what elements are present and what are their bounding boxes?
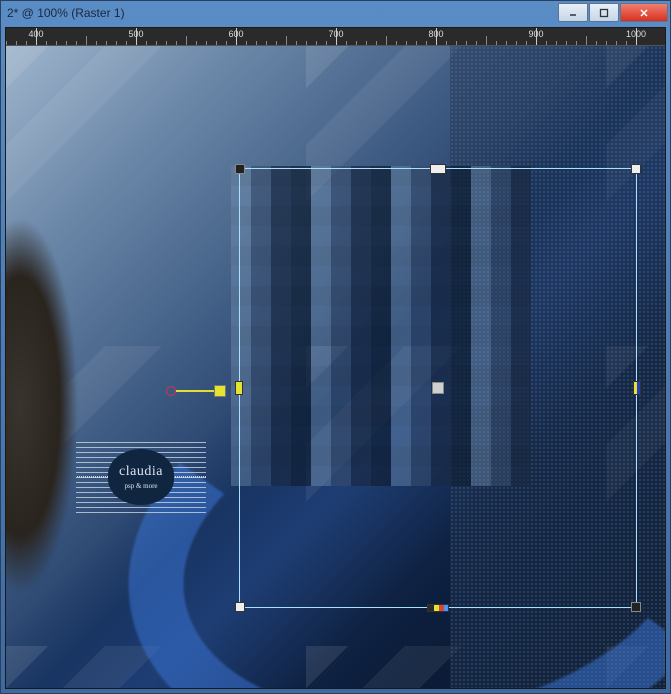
- canvas[interactable]: claudia psp & more: [6, 46, 665, 688]
- origin-circle-icon: [166, 386, 176, 396]
- ruler-label: 900: [528, 29, 543, 39]
- figure-silhouette: [6, 206, 86, 688]
- origin-handle[interactable]: [214, 385, 226, 397]
- app-window: 2* @ 100% (Raster 1) 400 500 600 700 800 900 1…: [0, 0, 671, 694]
- close-button[interactable]: [620, 3, 668, 22]
- window-controls: [557, 3, 668, 23]
- origin-line: [176, 390, 218, 392]
- ruler-label: 500: [128, 29, 143, 39]
- titlebar[interactable]: 2* @ 100% (Raster 1): [1, 1, 670, 25]
- minimize-button[interactable]: [558, 3, 588, 22]
- ruler-label: 600: [228, 29, 243, 39]
- watermark-name: claudia: [119, 464, 163, 480]
- ruler-label: 800: [428, 29, 443, 39]
- window-title: 2* @ 100% (Raster 1): [7, 6, 125, 20]
- watermark-sub: psp & more: [124, 482, 157, 490]
- watermark-badge: claudia psp & more: [108, 449, 174, 505]
- ruler-label: 400: [28, 29, 43, 39]
- document-frame: 400 500 600 700 800 900 1000 claudia psp & mor…: [5, 27, 666, 689]
- ruler-label: 700: [328, 29, 343, 39]
- rotation-origin-marker[interactable]: [166, 384, 226, 398]
- watermark-logo: claudia psp & more: [76, 441, 206, 513]
- maximize-button[interactable]: [589, 3, 619, 22]
- ruler-label: 1000: [626, 29, 646, 39]
- ruler-horizontal[interactable]: 400 500 600 700 800 900 1000: [6, 28, 665, 46]
